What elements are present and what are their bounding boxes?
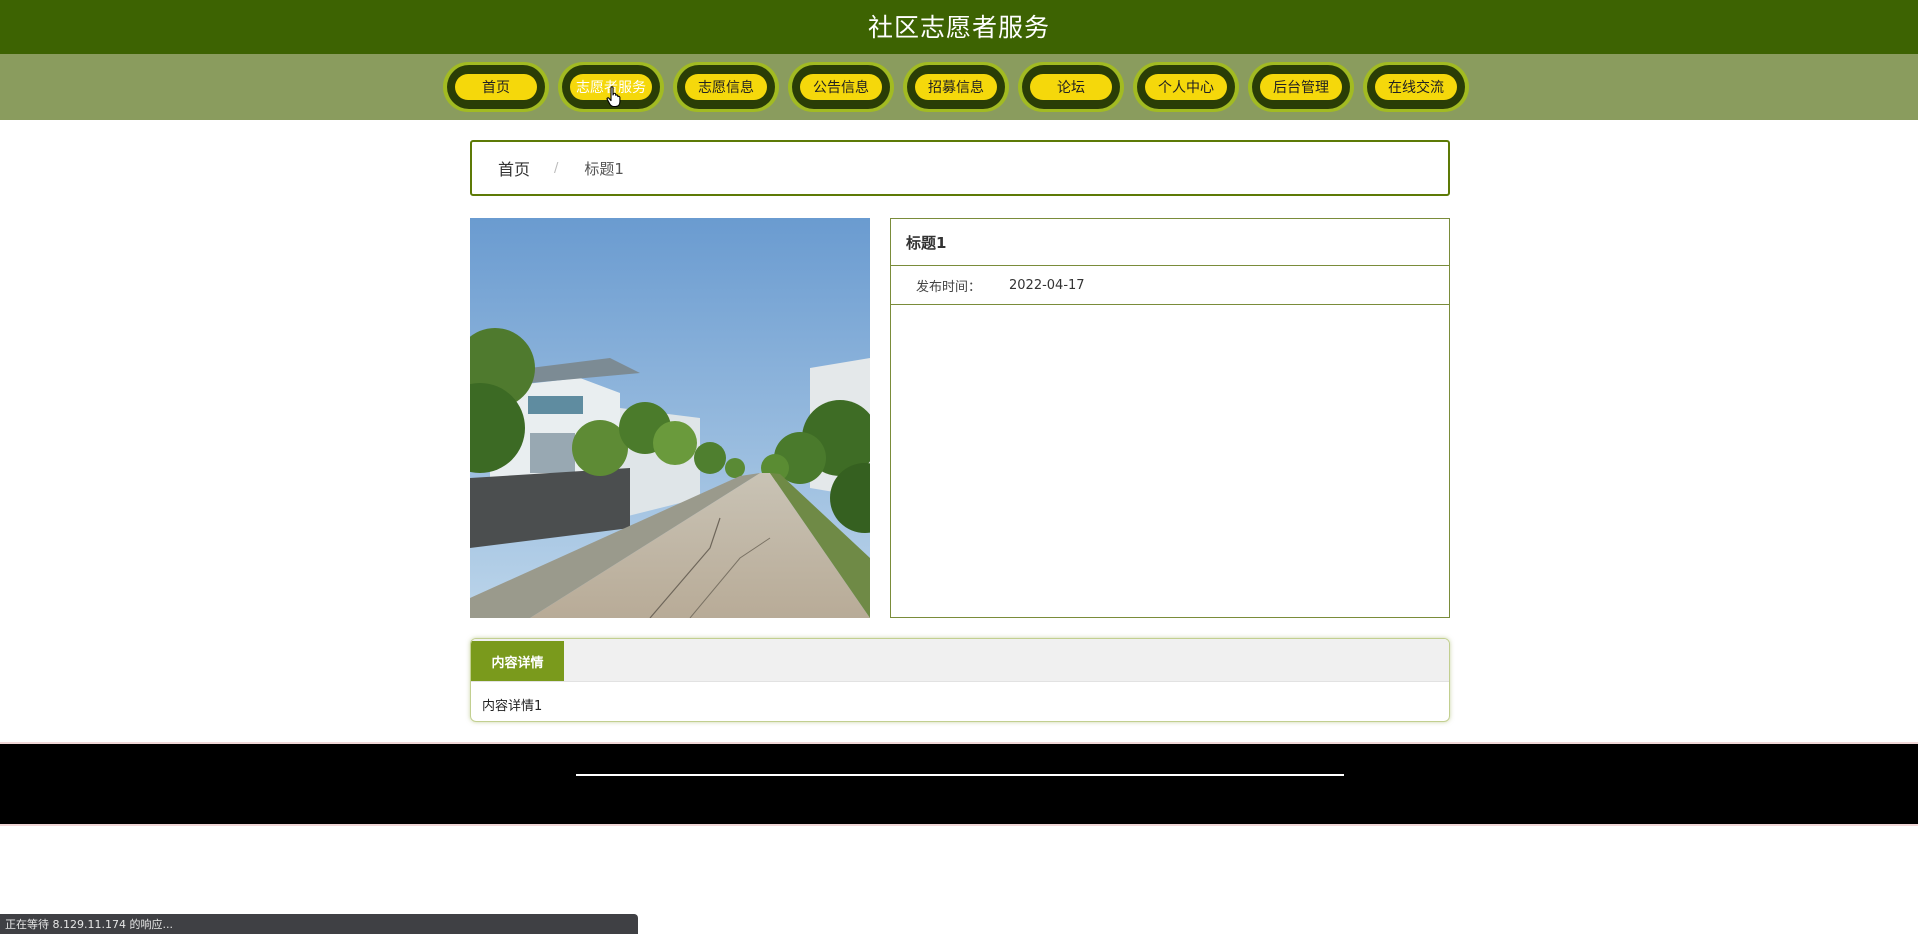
- breadcrumb: 首页 / 标题1: [470, 140, 1450, 196]
- publish-date: 2022-04-17: [1009, 277, 1085, 293]
- nav-label: 论坛: [1030, 74, 1112, 100]
- hand-cursor-icon: [606, 86, 621, 108]
- nav-label: 招募信息: [915, 74, 997, 100]
- nav-label: 公告信息: [800, 74, 882, 100]
- detail-info-panel: 标题1 发布时间： 2022-04-17: [890, 218, 1450, 618]
- nav-item-recruitment[interactable]: 招募信息: [903, 62, 1009, 112]
- tab-content: 内容详情1: [482, 699, 543, 714]
- tab-content-detail[interactable]: 内容详情: [471, 641, 564, 681]
- nav-label: 后台管理: [1260, 74, 1342, 100]
- tab-header: 内容详情: [471, 639, 1449, 682]
- nav-item-admin[interactable]: 后台管理: [1248, 62, 1354, 112]
- page-footer: [0, 742, 1918, 826]
- nav-item-announcements[interactable]: 公告信息: [788, 62, 894, 112]
- nav-label: 个人中心: [1145, 74, 1227, 100]
- nav-list: 首页 志愿者服务 志愿信息 公告信息 招募信息 论坛 个人中心 后台管理 在线交…: [443, 62, 1469, 112]
- breadcrumb-home-link[interactable]: 首页: [498, 156, 530, 180]
- nav-item-forum[interactable]: 论坛: [1018, 62, 1124, 112]
- detail-title: 标题1: [891, 219, 1449, 266]
- publish-label: 发布时间：: [916, 279, 982, 295]
- browser-status-bar: 正在等待 8.129.11.174 的响应...: [0, 914, 638, 934]
- main-nav: 首页 志愿者服务 志愿信息 公告信息 招募信息 论坛 个人中心 后台管理 在线交…: [0, 54, 1918, 120]
- nav-item-online-chat[interactable]: 在线交流: [1363, 62, 1469, 112]
- site-title: 社区志愿者服务: [867, 13, 1050, 42]
- breadcrumb-current: 标题1: [584, 159, 624, 178]
- nav-item-home[interactable]: 首页: [443, 62, 549, 112]
- site-header: 社区志愿者服务: [0, 0, 1918, 54]
- nav-label: 在线交流: [1375, 74, 1457, 100]
- detail-image: [470, 218, 870, 618]
- nav-label: 志愿信息: [685, 74, 767, 100]
- nav-item-personal-center[interactable]: 个人中心: [1133, 62, 1239, 112]
- nav-label: 首页: [455, 74, 537, 100]
- footer-divider: [576, 774, 1344, 776]
- nav-item-volunteer-info[interactable]: 志愿信息: [673, 62, 779, 112]
- content-tabs: 内容详情 内容详情1: [470, 638, 1450, 722]
- publish-row: 发布时间： 2022-04-17: [891, 266, 1449, 305]
- breadcrumb-separator: /: [554, 160, 559, 176]
- village-road-photo: [470, 218, 870, 618]
